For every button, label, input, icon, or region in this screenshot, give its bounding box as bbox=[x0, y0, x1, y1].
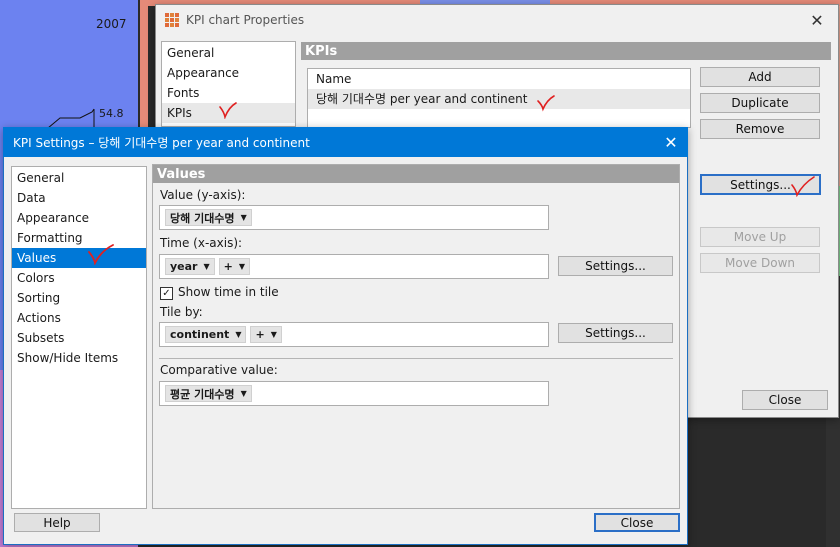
time-x-axis-field[interactable]: year ▼ + ▼ bbox=[159, 254, 549, 279]
add-button[interactable]: Add bbox=[700, 67, 820, 87]
nav-item-appearance[interactable]: Appearance bbox=[162, 63, 295, 83]
settings-nav-subsets[interactable]: Subsets bbox=[12, 328, 146, 348]
annotation-check-settings bbox=[791, 176, 815, 197]
help-button[interactable]: Help bbox=[14, 513, 100, 532]
app-grid-icon bbox=[165, 13, 179, 27]
kpi-list: Name 당해 기대수명 per year and continent bbox=[307, 68, 691, 128]
tile-plus-chip[interactable]: + ▼ bbox=[250, 326, 282, 343]
settings-nav-values[interactable]: Values bbox=[12, 248, 146, 268]
kpi-list-item[interactable]: 당해 기대수명 per year and continent bbox=[308, 89, 690, 109]
value-y-axis-field[interactable]: 당해 기대수명 ▼ bbox=[159, 205, 549, 230]
time-x-axis-label: Time (x-axis): bbox=[160, 236, 243, 250]
annotation-check-kpi-item bbox=[537, 95, 555, 112]
move-up-button[interactable]: Move Up bbox=[700, 227, 820, 247]
properties-close-button[interactable]: Close bbox=[742, 390, 828, 410]
duplicate-button[interactable]: Duplicate bbox=[700, 93, 820, 113]
tile-chip-text: continent bbox=[170, 328, 230, 341]
chevron-down-icon: ▼ bbox=[270, 330, 277, 339]
time-chip-text: year bbox=[170, 260, 198, 273]
values-section-header: Values bbox=[153, 165, 679, 183]
time-chip[interactable]: year ▼ bbox=[165, 258, 215, 275]
move-down-button[interactable]: Move Down bbox=[700, 253, 820, 273]
properties-close-icon[interactable]: ✕ bbox=[806, 9, 828, 31]
settings-nav-show-hide-items[interactable]: Show/Hide Items bbox=[12, 348, 146, 368]
tile-by-field[interactable]: continent ▼ + ▼ bbox=[159, 322, 549, 347]
chevron-down-icon: ▼ bbox=[240, 213, 247, 222]
settings-nav-data[interactable]: Data bbox=[12, 188, 146, 208]
settings-nav-actions[interactable]: Actions bbox=[12, 308, 146, 328]
settings-nav-sorting[interactable]: Sorting bbox=[12, 288, 146, 308]
settings-title: KPI Settings – 당해 기대수명 per year and cont… bbox=[13, 135, 310, 150]
show-time-label: Show time in tile bbox=[178, 285, 279, 299]
value-y-axis-label: Value (y-axis): bbox=[160, 188, 246, 202]
tile-value-label: 54.8 bbox=[99, 107, 124, 120]
annotation-check-kpis bbox=[219, 102, 237, 119]
settings-close-button[interactable]: Close bbox=[594, 513, 680, 532]
time-plus-chip[interactable]: + ▼ bbox=[218, 258, 251, 275]
settings-nav-colors[interactable]: Colors bbox=[12, 268, 146, 288]
nav-item-fonts[interactable]: Fonts bbox=[162, 83, 295, 103]
properties-title: KPI chart Properties bbox=[186, 13, 305, 27]
value-y-axis-chip[interactable]: 당해 기대수명 ▼ bbox=[165, 209, 252, 226]
nav-item-general[interactable]: General bbox=[162, 43, 295, 63]
tile-plus-text: + bbox=[255, 328, 265, 341]
tile-by-label: Tile by: bbox=[160, 305, 203, 319]
tile-chip[interactable]: continent ▼ bbox=[165, 326, 247, 343]
time-settings-button[interactable]: Settings... bbox=[558, 256, 673, 276]
chevron-down-icon: ▼ bbox=[235, 330, 242, 339]
comparative-value-chip-text: 평균 기대수명 bbox=[170, 387, 235, 401]
settings-title-bar: KPI Settings – 당해 기대수명 per year and cont… bbox=[3, 127, 688, 157]
chevron-down-icon: ▼ bbox=[240, 389, 247, 398]
settings-close-icon[interactable]: ✕ bbox=[660, 131, 682, 153]
settings-nav-general[interactable]: General bbox=[12, 168, 146, 188]
settings-nav-formatting[interactable]: Formatting bbox=[12, 228, 146, 248]
value-y-axis-chip-text: 당해 기대수명 bbox=[170, 211, 235, 225]
kpi-settings-dialog: KPI Settings – 당해 기대수명 per year and cont… bbox=[3, 127, 688, 545]
properties-title-bar: KPI chart Properties ✕ bbox=[156, 5, 838, 35]
settings-nav-list: General Data Appearance Formatting Value… bbox=[11, 166, 147, 509]
divider bbox=[159, 358, 673, 359]
comparative-value-label: Comparative value: bbox=[160, 363, 278, 377]
kpi-list-header: Name bbox=[316, 72, 352, 86]
tile-settings-button[interactable]: Settings... bbox=[558, 323, 673, 343]
remove-button[interactable]: Remove bbox=[700, 119, 820, 139]
show-time-checkbox[interactable]: ✓ bbox=[160, 287, 173, 300]
settings-nav-appearance[interactable]: Appearance bbox=[12, 208, 146, 228]
time-plus-text: + bbox=[223, 260, 233, 273]
chevron-down-icon: ▼ bbox=[238, 262, 246, 271]
kpi-tile-salmon-edge bbox=[140, 6, 148, 136]
chevron-down-icon: ▼ bbox=[203, 262, 210, 271]
annotation-check-values bbox=[88, 244, 114, 265]
tile-year-label: 2007 bbox=[96, 17, 127, 31]
comparative-value-chip[interactable]: 평균 기대수명 ▼ bbox=[165, 385, 252, 402]
values-panel: Values Value (y-axis): 당해 기대수명 ▼ Time (x-… bbox=[152, 164, 680, 509]
kpis-section-header: KPIs bbox=[301, 42, 831, 60]
comparative-value-field[interactable]: 평균 기대수명 ▼ bbox=[159, 381, 549, 406]
